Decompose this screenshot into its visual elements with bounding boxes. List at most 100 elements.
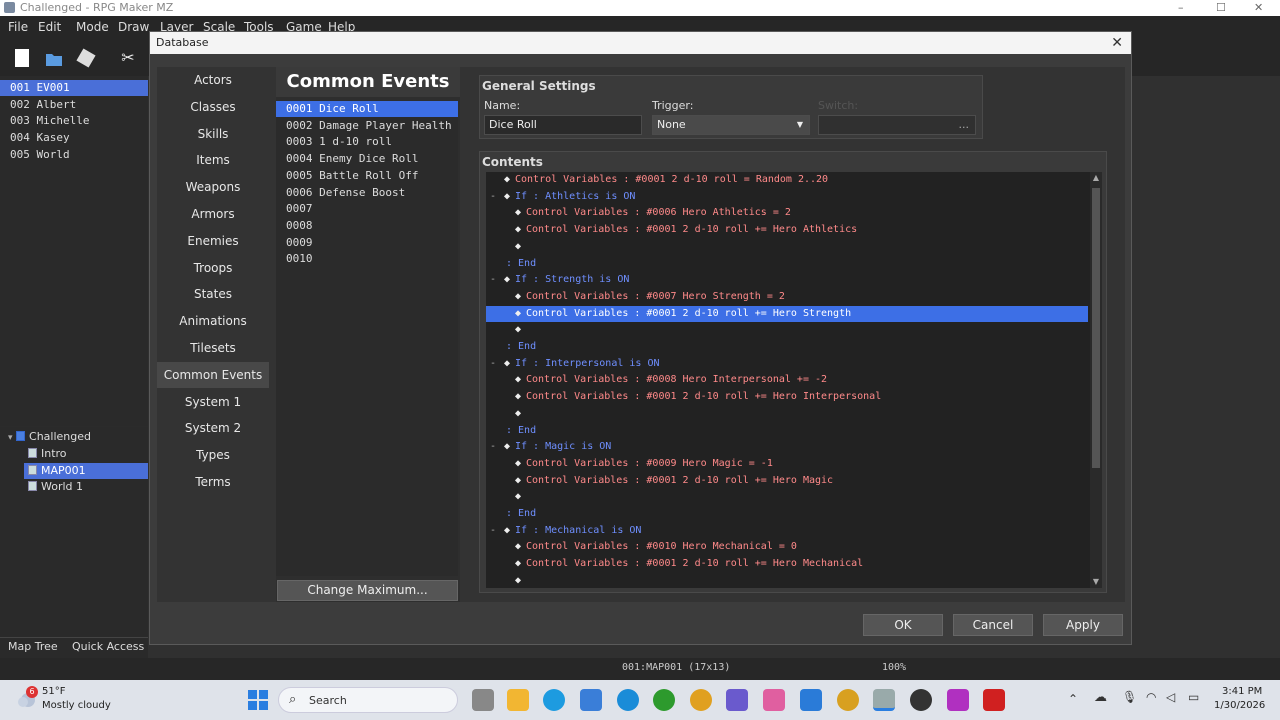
dialog-close-button[interactable]: ✕ [1111, 34, 1123, 52]
fold-toggle-icon[interactable]: - [490, 439, 496, 455]
command-row[interactable]: ◆ [486, 322, 1088, 338]
common-event-item[interactable]: 0003 1 d-10 roll [276, 134, 458, 150]
command-row[interactable]: : End [486, 339, 1088, 355]
map-event-item[interactable]: 001 EV001 [0, 80, 148, 96]
command-row[interactable]: - ◆ If : Interpersonal is ON [486, 356, 1088, 372]
maximize-button[interactable]: ☐ [1216, 0, 1226, 15]
common-event-item[interactable]: 0005 Battle Roll Off [276, 168, 458, 184]
command-row[interactable]: : End [486, 256, 1088, 272]
command-row[interactable]: ◆ Control Variables : #0001 2 d-10 roll =… [486, 172, 1088, 188]
trigger-select[interactable]: None ▼ [652, 115, 810, 135]
tab-quick-access[interactable]: Quick Access [72, 640, 144, 653]
command-row[interactable]: : End [486, 423, 1088, 439]
cut-icon[interactable]: ✂ [118, 48, 138, 68]
common-event-item[interactable]: 0004 Enemy Dice Roll [276, 151, 458, 167]
fold-toggle-icon[interactable]: - [490, 523, 496, 539]
minimize-button[interactable]: – [1178, 0, 1184, 15]
map-event-item[interactable]: 005 World [0, 147, 148, 163]
category-terms[interactable]: Terms [157, 469, 269, 495]
menu-mode[interactable]: Mode [76, 20, 109, 34]
tree-map-item[interactable]: MAP001 [24, 462, 148, 479]
windows-start-icon[interactable] [247, 689, 269, 711]
app-icon[interactable] [947, 689, 969, 711]
xbox-icon[interactable] [653, 689, 675, 711]
file-explorer-icon[interactable] [507, 689, 529, 711]
switch-field[interactable]: ... [818, 115, 976, 135]
category-armors[interactable]: Armors [157, 201, 269, 227]
category-actors[interactable]: Actors [157, 67, 269, 93]
save-project-icon[interactable] [76, 48, 96, 68]
command-row[interactable]: - ◆ If : Mechanical is ON [486, 523, 1088, 539]
task-view-icon[interactable] [472, 689, 494, 711]
chrome-canary-icon[interactable] [837, 689, 859, 711]
command-row[interactable]: ◆ [486, 489, 1088, 505]
change-maximum-button[interactable]: Change Maximum... [277, 580, 458, 601]
command-row[interactable]: ◆ Control Variables : #0008 Hero Interper… [486, 372, 1088, 388]
tree-map-item[interactable]: World 1 [24, 479, 148, 495]
fold-toggle-icon[interactable]: - [490, 189, 496, 205]
apply-button[interactable]: Apply [1043, 614, 1123, 636]
scroll-up-icon[interactable]: ▲ [1090, 172, 1102, 184]
cancel-button[interactable]: Cancel [953, 614, 1033, 636]
expand-arrow-icon[interactable]: ▾ [8, 433, 13, 443]
snipping-tool-icon[interactable] [726, 689, 748, 711]
menu-file[interactable]: File [8, 20, 28, 34]
common-event-item[interactable]: 0006 Defense Boost [276, 185, 458, 201]
taskbar-search[interactable]: ⌕ Search [278, 687, 458, 713]
category-enemies[interactable]: Enemies [157, 228, 269, 254]
onedrive-icon[interactable]: ☁ [1094, 690, 1107, 705]
command-row[interactable]: ◆ [486, 573, 1088, 588]
command-row[interactable]: : End [486, 506, 1088, 522]
openai-icon[interactable] [910, 689, 932, 711]
close-window-button[interactable]: ✕ [1254, 0, 1263, 15]
command-row[interactable]: ◆ [486, 406, 1088, 422]
command-list-scrollbar[interactable]: ▲ ▼ [1090, 172, 1102, 588]
menu-edit[interactable]: Edit [38, 20, 61, 34]
map-event-item[interactable]: 004 Kasey [0, 130, 148, 146]
weather-icon[interactable]: 6 [16, 686, 38, 710]
category-skills[interactable]: Skills [157, 121, 269, 147]
new-project-icon[interactable] [12, 48, 32, 68]
command-row[interactable]: ◆ Control Variables : #0007 Hero Strength… [486, 289, 1088, 305]
command-row[interactable]: ◆ Control Variables : #0001 2 d-10 roll +… [486, 556, 1088, 572]
battery-icon[interactable]: ▭ [1188, 690, 1199, 704]
map-event-item[interactable]: 003 Michelle [0, 113, 148, 129]
wifi-icon[interactable]: ◠ [1146, 690, 1156, 704]
category-animations[interactable]: Animations [157, 308, 269, 334]
chrome-icon[interactable] [690, 689, 712, 711]
ok-button[interactable]: OK [863, 614, 943, 636]
switch-browse-button[interactable]: ... [959, 116, 970, 134]
category-system-1[interactable]: System 1 [157, 389, 269, 415]
command-row[interactable]: ◆ Control Variables : #0006 Hero Athletic… [486, 205, 1088, 221]
tray-chevron-icon[interactable]: ⌃ [1068, 692, 1078, 706]
clock-time[interactable]: 3:41 PM [1222, 686, 1262, 697]
command-row[interactable]: ◆ Control Variables : #0001 2 d-10 roll +… [486, 389, 1088, 405]
common-event-item[interactable]: 0002 Damage Player Health [276, 118, 458, 134]
photos-icon[interactable] [763, 689, 785, 711]
category-states[interactable]: States [157, 281, 269, 307]
edge-icon[interactable] [543, 689, 565, 711]
clock-date[interactable]: 1/30/2026 [1214, 700, 1265, 711]
store-icon[interactable] [580, 689, 602, 711]
tab-map-tree[interactable]: Map Tree [8, 640, 58, 653]
rpgmaker-taskbar-icon[interactable] [873, 689, 895, 711]
command-row[interactable]: ◆ [486, 239, 1088, 255]
command-row[interactable]: - ◆ If : Athletics is ON [486, 189, 1088, 205]
scrollbar-thumb[interactable] [1092, 188, 1100, 468]
category-common-events[interactable]: Common Events [157, 361, 269, 388]
acrobat-icon[interactable] [983, 689, 1005, 711]
command-row[interactable]: ◆ Control Variables : #0001 2 d-10 roll +… [486, 473, 1088, 489]
event-command-list[interactable]: ◆ Control Variables : #0001 2 d-10 roll =… [486, 172, 1090, 588]
map-event-item[interactable]: 002 Albert [0, 97, 148, 113]
volume-icon[interactable]: ◁ [1166, 690, 1175, 704]
category-troops[interactable]: Troops [157, 255, 269, 281]
category-weapons[interactable]: Weapons [157, 174, 269, 200]
fold-toggle-icon[interactable]: - [490, 272, 496, 288]
category-classes[interactable]: Classes [157, 94, 269, 120]
command-row[interactable]: ◆ Control Variables : #0001 2 d-10 roll +… [486, 305, 1088, 322]
menu-draw[interactable]: Draw [118, 20, 149, 34]
category-system-2[interactable]: System 2 [157, 415, 269, 441]
tree-map-item[interactable]: Intro [24, 446, 148, 462]
common-event-item[interactable]: 0008 [276, 218, 458, 234]
fold-toggle-icon[interactable]: - [490, 356, 496, 372]
